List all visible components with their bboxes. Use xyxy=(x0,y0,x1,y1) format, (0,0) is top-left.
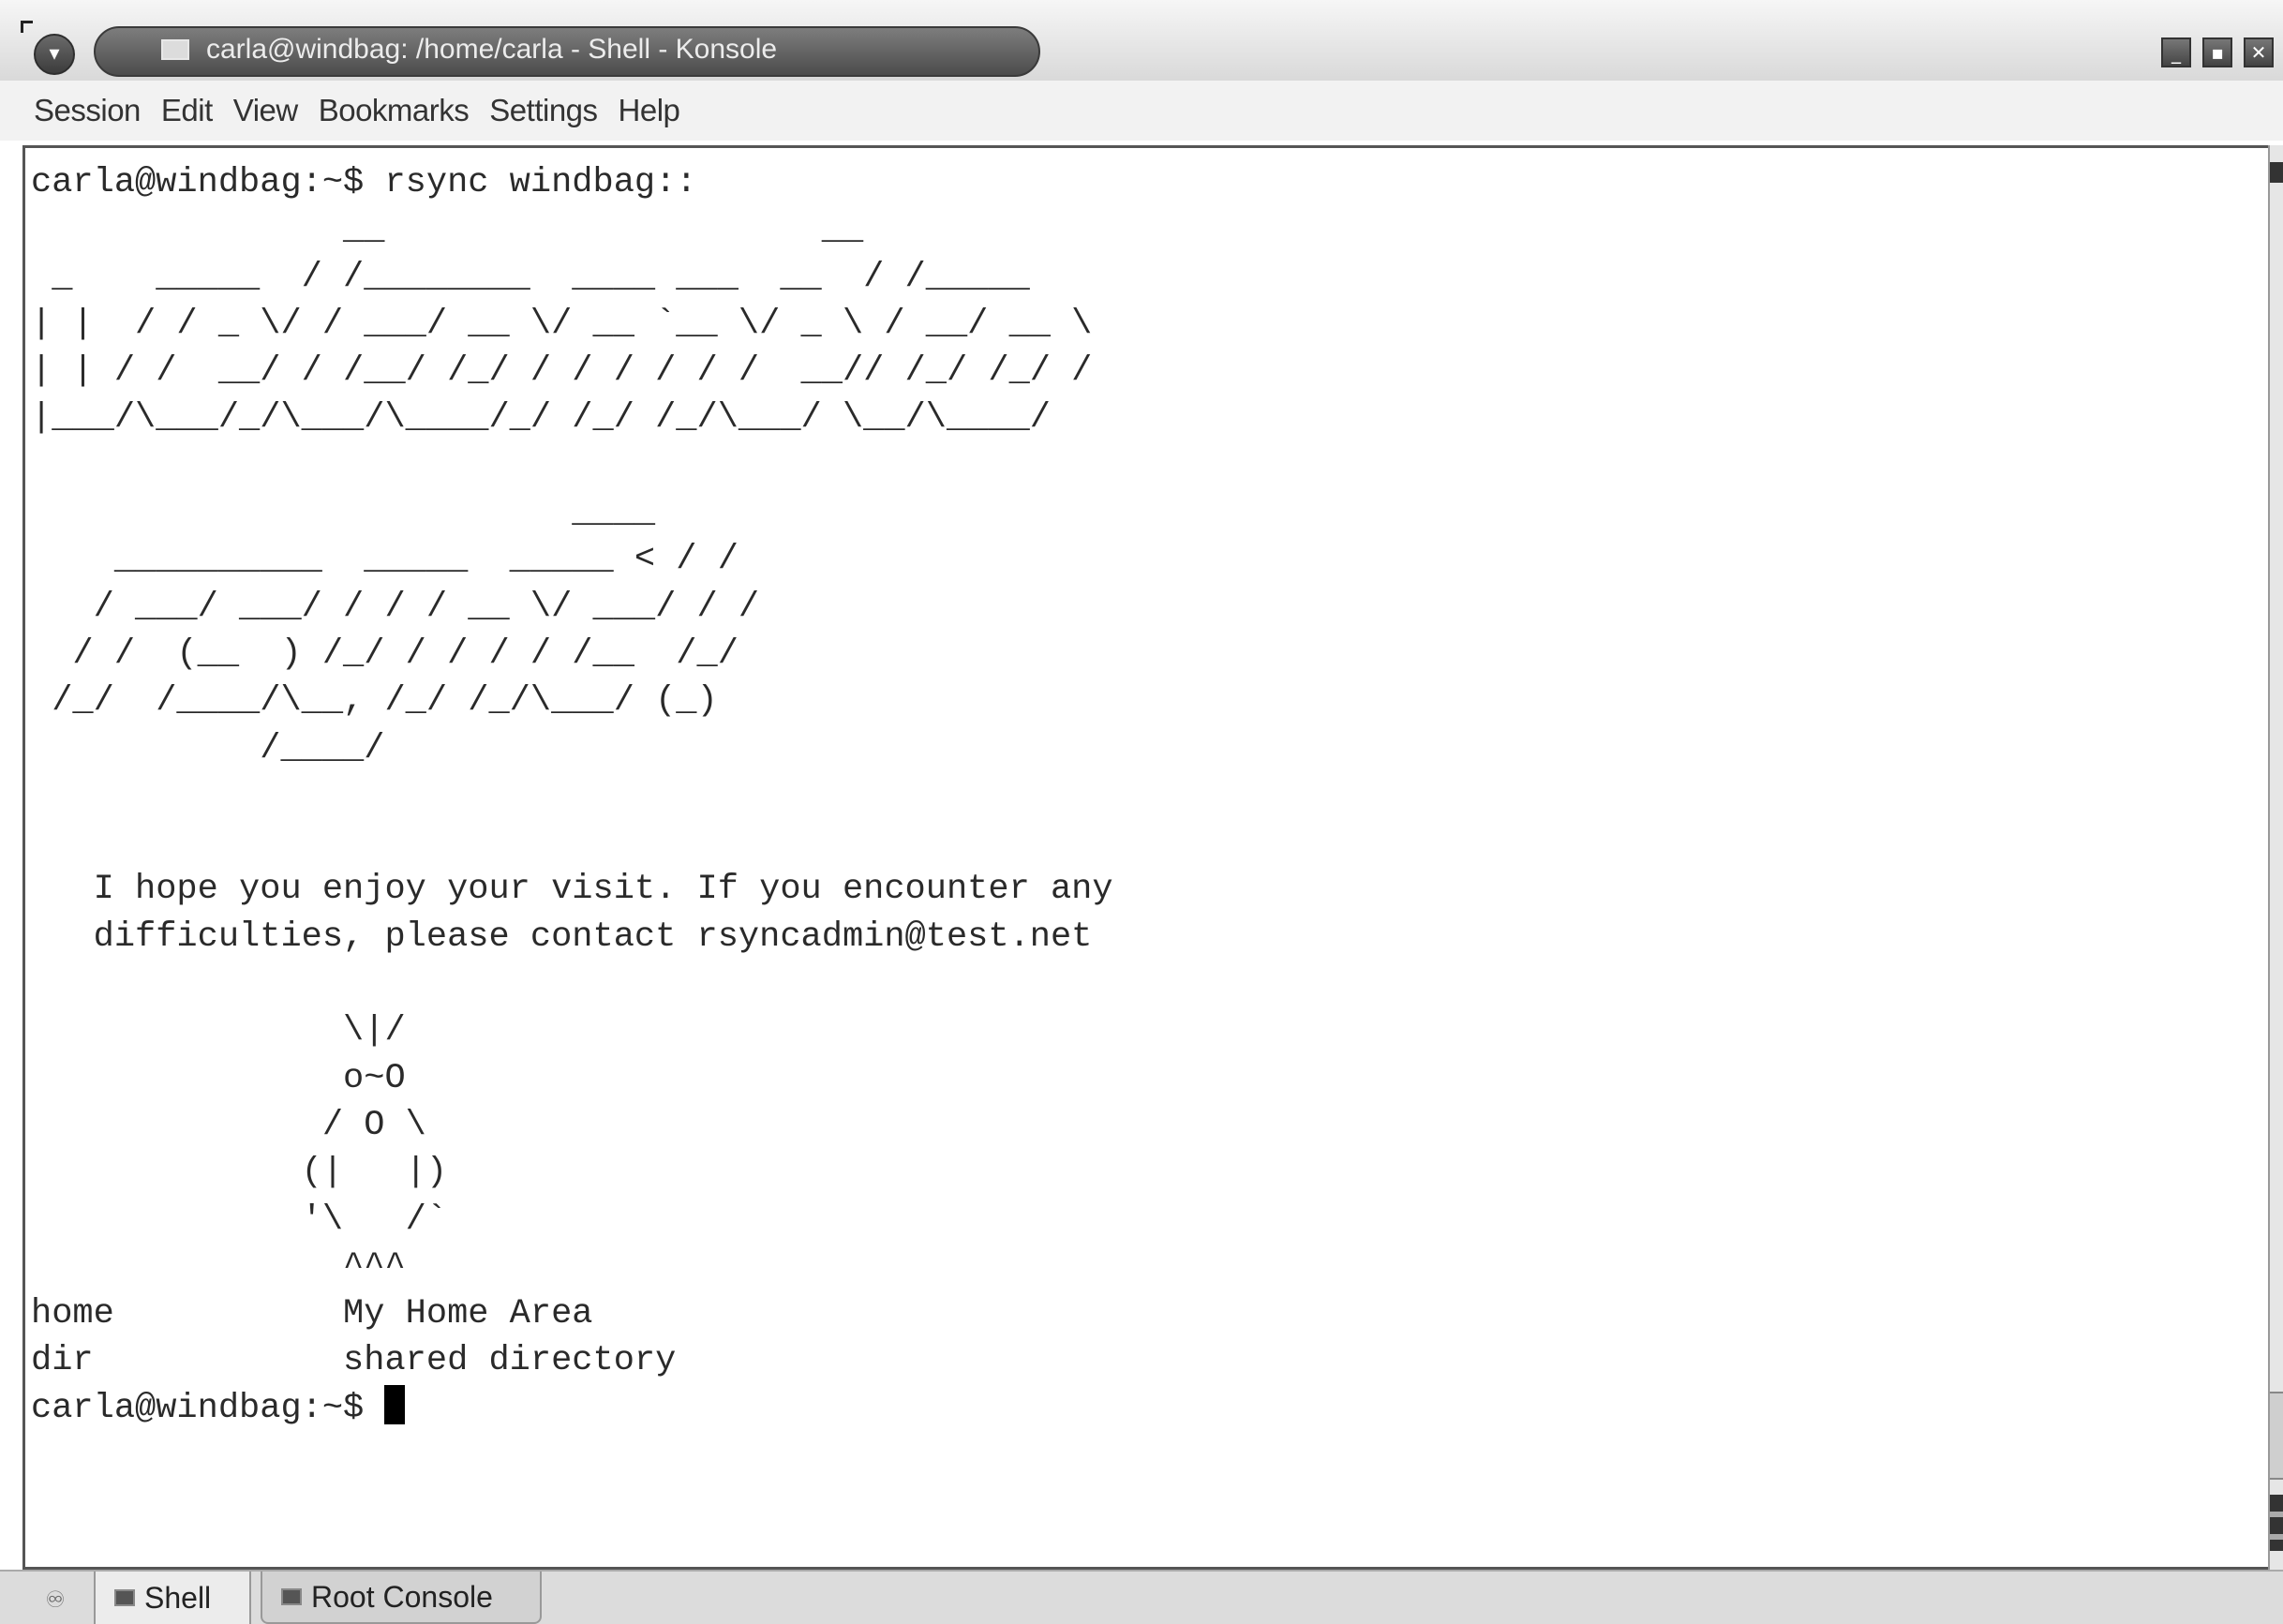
menu-edit[interactable]: Edit xyxy=(161,93,213,128)
menu-settings[interactable]: Settings xyxy=(489,93,598,128)
scroll-down-icon[interactable] xyxy=(2270,1495,2283,1551)
terminal-icon xyxy=(114,1589,135,1606)
window-menu-button[interactable]: ▾ xyxy=(34,34,75,75)
menu-session[interactable]: Session xyxy=(34,93,141,128)
terminal-prompt: carla@windbag:~$ xyxy=(31,1388,385,1428)
maximize-button[interactable]: ▪ xyxy=(2202,37,2232,67)
tab-shell[interactable]: Shell xyxy=(94,1572,251,1624)
menu-bookmarks[interactable]: Bookmarks xyxy=(319,93,470,128)
menu-help[interactable]: Help xyxy=(619,93,680,128)
window-corner-mark xyxy=(21,21,33,33)
terminal-content: carla@windbag:~$ rsync windbag:: __ __ _… xyxy=(31,159,1113,1432)
minimize-button[interactable]: _ xyxy=(2161,37,2191,67)
menu-bar: Session Edit View Bookmarks Settings Hel… xyxy=(0,81,2283,141)
scroll-up-icon[interactable] xyxy=(2270,162,2283,183)
window-titlebar[interactable]: ▾ carla@windbag: /home/carla - Shell - K… xyxy=(0,0,2283,81)
tab-label: Root Console xyxy=(311,1579,493,1614)
tab-root-console[interactable]: Root Console xyxy=(261,1572,542,1624)
vertical-scrollbar[interactable] xyxy=(2268,145,2283,1570)
session-tab-bar: ♾ Shell Root Console xyxy=(0,1570,2283,1624)
terminal-output: carla@windbag:~$ rsync windbag:: __ __ _… xyxy=(31,163,1113,1381)
tab-label: Shell xyxy=(144,1580,212,1615)
terminal-icon xyxy=(281,1588,302,1605)
scrollbar-thumb[interactable] xyxy=(2270,1392,2283,1480)
terminal-icon xyxy=(161,39,189,60)
terminal-view[interactable]: carla@windbag:~$ rsync windbag:: __ __ _… xyxy=(22,145,2272,1570)
text-cursor xyxy=(384,1384,406,1424)
new-session-icon[interactable]: ♾ xyxy=(34,1579,77,1620)
close-button[interactable]: ✕ xyxy=(2244,37,2274,67)
window-title: carla@windbag: /home/carla - Shell - Kon… xyxy=(206,34,778,65)
menu-view[interactable]: View xyxy=(233,93,298,128)
